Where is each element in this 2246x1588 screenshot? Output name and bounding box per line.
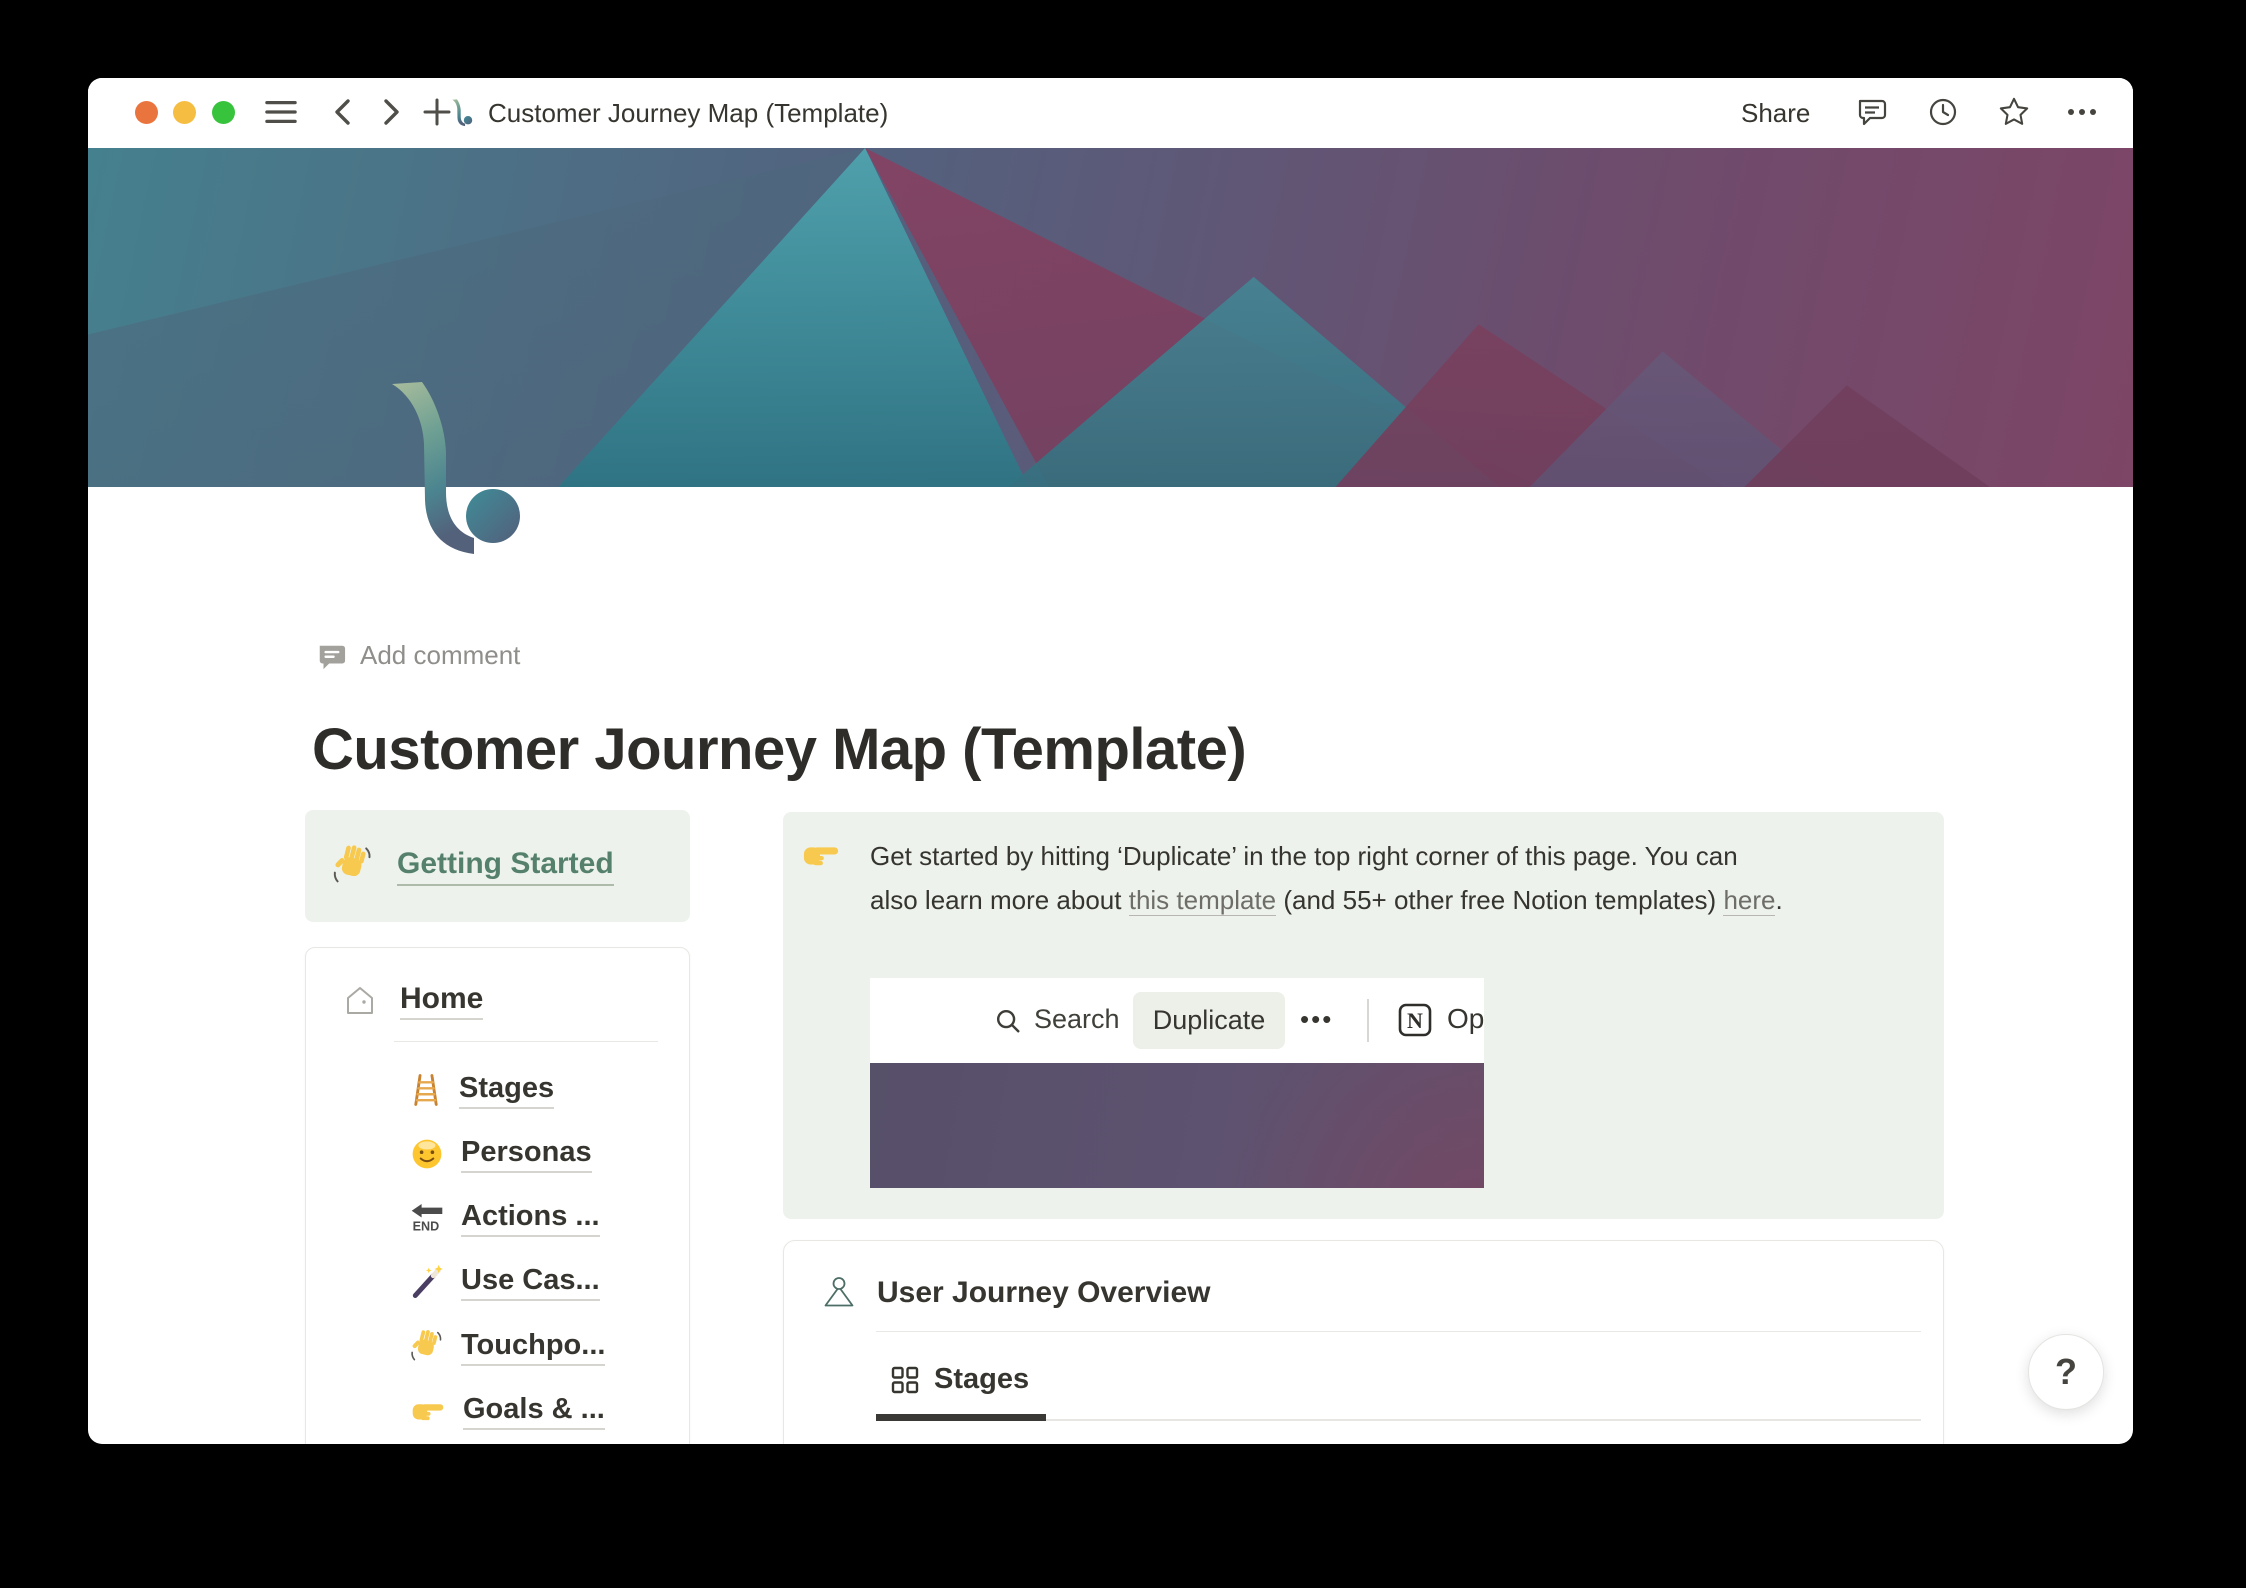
page-title: Customer Journey Map (Template) xyxy=(312,717,1247,782)
zoom-window-button[interactable] xyxy=(212,101,235,124)
page-icon[interactable] xyxy=(390,382,525,557)
screenshot-duplicate-button: Duplicate xyxy=(1133,992,1285,1049)
star-icon xyxy=(1999,97,2029,125)
sidebar-item-stages[interactable]: Stages xyxy=(409,1068,555,1112)
window-title: Customer Journey Map (Template) xyxy=(488,98,889,128)
forward-button[interactable] xyxy=(376,96,408,128)
more-options-button[interactable] xyxy=(2066,96,2098,128)
sidebar-menu-button[interactable] xyxy=(265,96,297,128)
home-card: Home Stages Personas END Actions ... Use… xyxy=(305,947,690,1444)
callout-line1: Get started by hitting ‘Duplicate’ in th… xyxy=(870,841,1738,871)
chevron-left-icon xyxy=(335,99,350,125)
hamburger-icon xyxy=(265,100,297,124)
history-button[interactable] xyxy=(1927,96,1959,128)
favorite-button[interactable] xyxy=(1998,96,2030,128)
active-tab-indicator xyxy=(876,1414,1046,1421)
add-comment-button[interactable]: Add comment xyxy=(316,640,520,671)
search-icon xyxy=(996,1009,1020,1033)
minimize-window-button[interactable] xyxy=(173,101,196,124)
sidebar-item-label: Personas xyxy=(461,1136,592,1173)
new-tab-button[interactable] xyxy=(421,96,453,128)
notion-logo-icon: N xyxy=(1398,1003,1432,1037)
sidebar-item-label: Use Cas... xyxy=(461,1264,600,1301)
waving-hand-emoji xyxy=(411,1330,442,1361)
home-link[interactable]: Home xyxy=(400,982,484,1020)
sidebar-item-label: Stages xyxy=(459,1072,555,1109)
page-icon-small xyxy=(452,99,473,132)
sidebar-item-label: Touchpo... xyxy=(461,1329,606,1366)
duplicate-instruction-screenshot: Search Duplicate ••• N Op xyxy=(870,978,1484,1188)
duplicate-callout: Get started by hitting ‘Duplicate’ in th… xyxy=(783,812,1944,1219)
pointing-right-emoji xyxy=(803,847,839,866)
screenshot-open-label: Op xyxy=(1447,1003,1484,1034)
overview-card-title: User Journey Overview xyxy=(877,1276,1211,1309)
waving-hand-emoji xyxy=(333,845,371,883)
divider xyxy=(1367,999,1369,1042)
screenshot-cover-area xyxy=(870,1063,1484,1188)
close-window-button[interactable] xyxy=(135,101,158,124)
svg-text:N: N xyxy=(1407,1008,1423,1033)
plus-icon xyxy=(423,98,451,126)
help-button[interactable]: ? xyxy=(2028,1334,2104,1410)
here-link[interactable]: here xyxy=(1723,885,1776,916)
add-comment-label: Add comment xyxy=(360,640,521,670)
end-arrow-emoji: END xyxy=(411,1204,443,1234)
sidebar-item-use-cases[interactable]: Use Cas... xyxy=(409,1260,600,1304)
getting-started-callout: Getting Started xyxy=(305,810,690,922)
user-journey-overview-card: User Journey Overview Stages xyxy=(783,1240,1944,1444)
sidebar-item-goals[interactable]: Goals & ... xyxy=(409,1389,605,1433)
comment-bubble-icon xyxy=(1858,99,1887,126)
sidebar-item-label: Actions ... xyxy=(461,1200,600,1237)
home-icon xyxy=(347,987,373,1014)
tab-stages-label: Stages xyxy=(934,1363,1030,1395)
screenshot-search-label: Search xyxy=(1034,1004,1120,1034)
titlebar: Customer Journey Map (Template) Share xyxy=(88,78,2133,148)
sidebar-item-actions[interactable]: END Actions ... xyxy=(409,1196,600,1240)
getting-started-link[interactable]: Getting Started xyxy=(397,847,614,886)
screenshot-toolbar: Search Duplicate ••• N Op xyxy=(870,978,1484,1063)
grid-view-icon xyxy=(891,1366,919,1393)
comment-bubble-icon xyxy=(319,645,346,669)
magic-wand-emoji xyxy=(412,1264,443,1298)
callout-line2-before: also learn more about xyxy=(870,885,1129,915)
sidebar-item-label: Goals & ... xyxy=(463,1393,605,1430)
this-template-link[interactable]: this template xyxy=(1128,885,1277,916)
clock-icon xyxy=(1929,98,1957,126)
callout-text: Get started by hitting ‘Duplicate’ in th… xyxy=(870,834,1930,922)
notion-window: Customer Journey Map (Template) Share Ad… xyxy=(88,78,2133,1444)
screenshot-more-dots: ••• xyxy=(1300,1004,1334,1034)
divider xyxy=(394,1041,658,1042)
sidebar-item-personas[interactable]: Personas xyxy=(409,1132,592,1176)
ladder-emoji xyxy=(414,1074,438,1106)
callout-line2-mid: (and 55+ other free Notion templates) xyxy=(1276,885,1724,915)
back-button[interactable] xyxy=(326,96,358,128)
svg-text:END: END xyxy=(413,1220,440,1234)
sidebar-item-touchpoints[interactable]: Touchpo... xyxy=(409,1325,606,1369)
chevron-right-icon xyxy=(384,99,399,125)
pointing-right-emoji xyxy=(412,1404,444,1421)
persona-icon xyxy=(824,1277,854,1307)
ellipsis-icon xyxy=(2068,109,2096,115)
comments-button[interactable] xyxy=(1855,96,1887,128)
tab-stages[interactable]: Stages xyxy=(890,1363,1029,1396)
smiley-emoji xyxy=(412,1139,442,1169)
divider xyxy=(876,1331,1921,1332)
share-button[interactable]: Share xyxy=(1741,98,1810,129)
callout-line2-end: . xyxy=(1775,885,1783,915)
